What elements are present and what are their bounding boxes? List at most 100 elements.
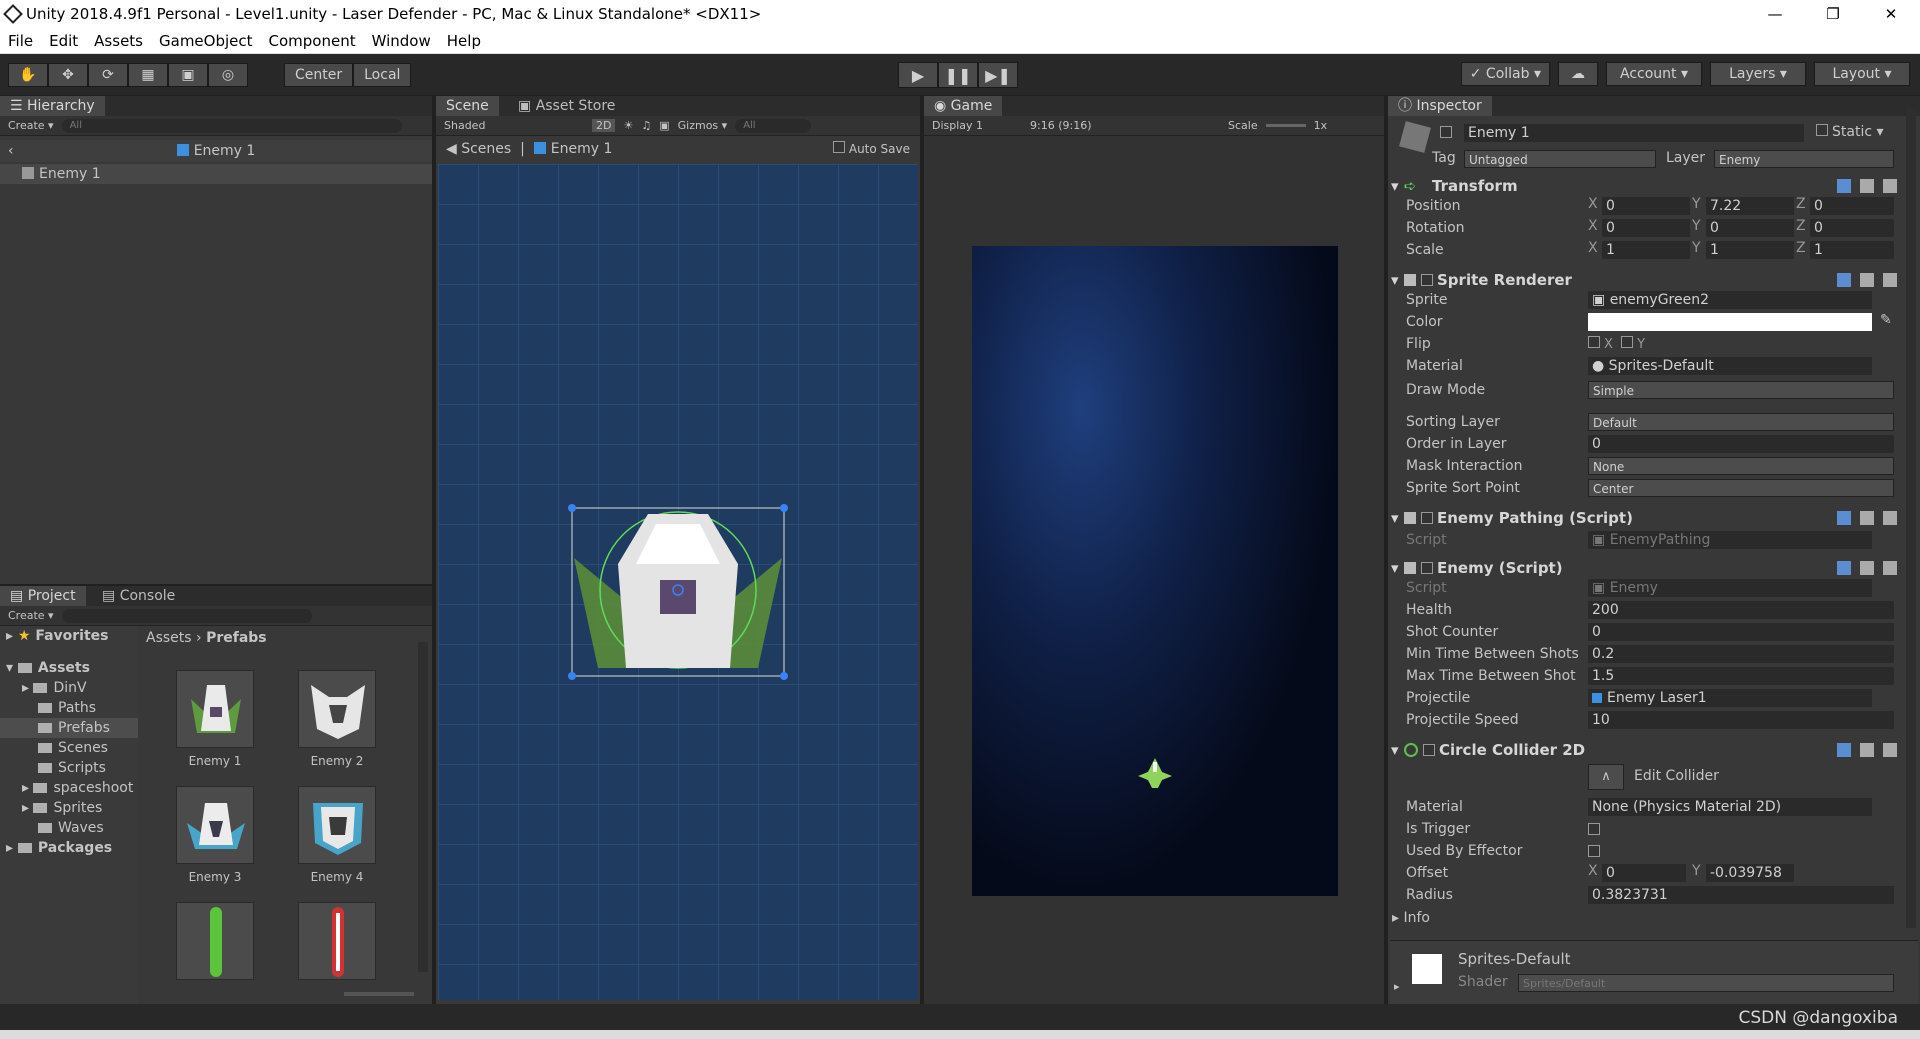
- offset-x-field[interactable]: 0: [1602, 864, 1686, 882]
- gear-icon[interactable]: [1883, 561, 1897, 575]
- projectile-field[interactable]: Enemy Laser1: [1588, 689, 1872, 707]
- menu-file[interactable]: File: [0, 32, 41, 50]
- gear-icon[interactable]: [1883, 273, 1897, 287]
- sort-point-dropdown[interactable]: Center: [1588, 479, 1894, 497]
- create-dropdown[interactable]: Create ▾: [8, 119, 54, 132]
- scale-slider[interactable]: [1265, 124, 1306, 127]
- help-icon[interactable]: [1837, 743, 1851, 757]
- tree-dinv[interactable]: ▸ DinV: [22, 680, 87, 696]
- layer-dropdown[interactable]: Enemy: [1714, 150, 1894, 168]
- game-view[interactable]: [972, 246, 1338, 896]
- hand-tool-icon[interactable]: ✋: [8, 62, 48, 87]
- asset-red-laser[interactable]: [298, 902, 376, 980]
- collab-button[interactable]: ✓ Collab ▾: [1460, 62, 1550, 86]
- tree-assets[interactable]: ▾ Assets: [6, 660, 90, 676]
- pivot-center-button[interactable]: Center: [284, 62, 354, 87]
- tree-waves[interactable]: Waves: [38, 820, 104, 836]
- scale-z-field[interactable]: 1: [1810, 241, 1894, 259]
- project-scrollbar[interactable]: [418, 642, 428, 972]
- rotation-z-field[interactable]: 0: [1810, 219, 1894, 237]
- rotate-tool-icon[interactable]: ⟳: [88, 62, 128, 87]
- preset-icon[interactable]: [1860, 179, 1874, 193]
- asset-enemy-3[interactable]: [176, 786, 254, 864]
- object-name-input[interactable]: Enemy 1: [1464, 124, 1804, 142]
- menu-edit[interactable]: Edit: [41, 32, 86, 50]
- lighting-icon[interactable]: ☀: [623, 119, 633, 132]
- enemy-pathing-header[interactable]: ▾ Enemy Pathing (Script): [1391, 508, 1911, 528]
- help-icon[interactable]: [1837, 179, 1851, 193]
- position-y-field[interactable]: 7.22: [1706, 197, 1794, 215]
- scale-x-field[interactable]: 1: [1602, 241, 1690, 259]
- asset-enemy-1[interactable]: [176, 670, 254, 748]
- close-button[interactable]: ✕: [1862, 0, 1920, 28]
- tag-dropdown[interactable]: Untagged: [1464, 150, 1656, 168]
- preset-icon[interactable]: [1860, 743, 1874, 757]
- is-trigger-toggle[interactable]: [1588, 823, 1604, 839]
- gizmos-dropdown[interactable]: Gizmos ▾: [678, 119, 728, 132]
- help-icon[interactable]: [1837, 273, 1851, 287]
- enabled-check-icon[interactable]: [1423, 744, 1435, 756]
- tab-game[interactable]: ◉ Game: [924, 96, 1003, 116]
- help-icon[interactable]: [1837, 561, 1851, 575]
- sorting-layer-dropdown[interactable]: Default: [1588, 413, 1894, 431]
- autosave-toggle[interactable]: Auto Save: [832, 138, 910, 160]
- shading-mode-dropdown[interactable]: Shaded: [444, 119, 584, 132]
- project-search-input[interactable]: [61, 608, 312, 623]
- collider-material-field[interactable]: None (Physics Material 2D): [1588, 798, 1872, 816]
- scale-y-field[interactable]: 1: [1706, 241, 1794, 259]
- eyedropper-icon[interactable]: ✎: [1880, 312, 1892, 328]
- tree-spaceshoot[interactable]: ▸ spaceshoot: [22, 780, 133, 796]
- enemy-script-header[interactable]: ▾ Enemy (Script): [1391, 558, 1911, 578]
- project-create-dropdown[interactable]: Create ▾: [8, 609, 54, 622]
- tree-favorites[interactable]: ▸ ★ Favorites: [6, 628, 109, 644]
- gear-icon[interactable]: [1883, 743, 1897, 757]
- preset-icon[interactable]: [1860, 511, 1874, 525]
- hierarchy-search-input[interactable]: All: [61, 118, 402, 133]
- tree-scripts[interactable]: Scripts: [38, 760, 106, 776]
- projectile-speed-field[interactable]: 10: [1588, 711, 1894, 729]
- tab-hierarchy[interactable]: ☰ Hierarchy: [0, 96, 105, 116]
- tab-project[interactable]: ▤ Project: [0, 586, 86, 606]
- scale-tool-icon[interactable]: ▦: [128, 62, 168, 87]
- toggle-2d-button[interactable]: 2D: [592, 119, 616, 132]
- flip-y-check[interactable]: [1621, 336, 1634, 348]
- asset-enemy-4[interactable]: [298, 786, 376, 864]
- enabled-check-icon[interactable]: [1421, 562, 1433, 574]
- tree-scenes[interactable]: Scenes: [38, 740, 108, 756]
- tree-sprites[interactable]: ▸ Sprites: [22, 800, 102, 816]
- tree-paths[interactable]: Paths: [38, 700, 96, 716]
- edit-collider-button[interactable]: ∧: [1588, 764, 1624, 790]
- maximize-button[interactable]: ❐: [1804, 0, 1862, 28]
- transform-tool-icon[interactable]: ◎: [208, 62, 248, 87]
- tab-inspector[interactable]: ⓘ Inspector: [1388, 96, 1492, 116]
- layers-dropdown[interactable]: Layers ▾: [1710, 62, 1806, 86]
- sprite-field[interactable]: ▣ enemyGreen2: [1588, 291, 1872, 309]
- account-dropdown[interactable]: Account ▾: [1606, 62, 1702, 86]
- breadcrumb-prefabs[interactable]: Prefabs: [206, 630, 267, 646]
- min-time-field[interactable]: 0.2: [1588, 645, 1894, 663]
- breadcrumb-assets[interactable]: Assets: [146, 630, 192, 646]
- scenes-crumb[interactable]: ◀ Scenes: [446, 141, 511, 157]
- shot-counter-field[interactable]: 0: [1588, 623, 1894, 641]
- display-dropdown[interactable]: Display 1: [932, 119, 1022, 132]
- tree-packages[interactable]: ▸ Packages: [6, 840, 112, 856]
- scene-view[interactable]: [438, 164, 918, 1000]
- pause-button[interactable]: ❚❚: [938, 62, 978, 88]
- asset-enemy-2[interactable]: [298, 670, 376, 748]
- step-button[interactable]: ▶❚: [978, 62, 1018, 88]
- minimize-button[interactable]: —: [1746, 0, 1804, 28]
- offset-y-field[interactable]: -0.039758: [1706, 864, 1794, 882]
- mask-dropdown[interactable]: None: [1588, 457, 1894, 475]
- tab-scene[interactable]: Scene: [436, 96, 499, 116]
- shader-dropdown[interactable]: Sprites/Default: [1518, 974, 1894, 992]
- circle-collider-header[interactable]: ▾ Circle Collider 2D: [1391, 740, 1911, 760]
- pivot-local-button[interactable]: Local: [353, 62, 412, 87]
- menu-help[interactable]: Help: [439, 32, 489, 50]
- health-field[interactable]: 200: [1588, 601, 1894, 619]
- draw-mode-dropdown[interactable]: Simple: [1588, 381, 1894, 399]
- enabled-check-icon[interactable]: [1421, 512, 1433, 524]
- sprite-renderer-header[interactable]: ▾ Sprite Renderer: [1391, 270, 1911, 290]
- hierarchy-item[interactable]: Enemy 1: [0, 164, 432, 184]
- active-toggle[interactable]: [1440, 126, 1456, 142]
- flip-x-check[interactable]: [1588, 336, 1600, 348]
